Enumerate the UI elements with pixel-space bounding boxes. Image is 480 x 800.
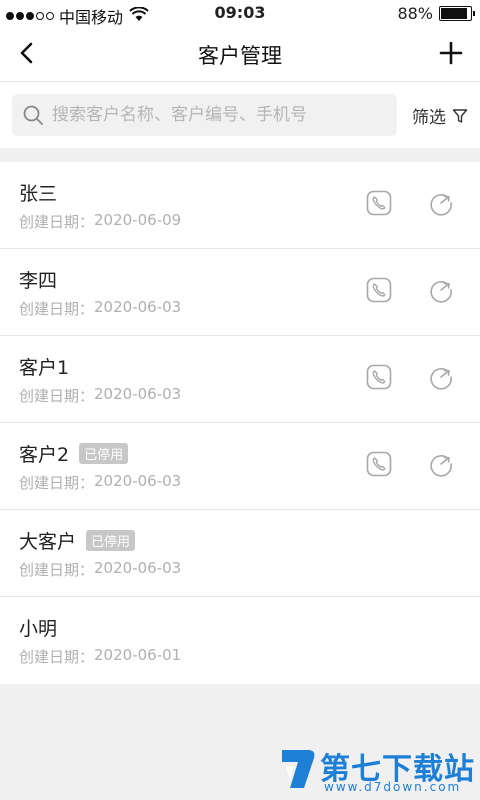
customer-name: 张三: [19, 183, 58, 205]
customer-name: 大客户: [19, 531, 77, 553]
customer-list-item[interactable]: 客户1 创建日期： 2020-06-03: [0, 336, 480, 423]
created-date-label: 创建日期：: [19, 387, 95, 405]
follow-up-icon: [428, 277, 454, 307]
call-button[interactable]: [366, 451, 392, 481]
back-button[interactable]: [12, 38, 42, 68]
follow-up-button[interactable]: [428, 279, 454, 305]
customer-name-row: 客户2 已停用: [19, 440, 129, 467]
created-date: 创建日期： 2020-06-03: [19, 385, 181, 406]
follow-up-button[interactable]: [428, 366, 454, 392]
created-date-label: 创建日期：: [19, 648, 95, 666]
search-input[interactable]: [52, 105, 382, 125]
created-date-label: 创建日期：: [19, 474, 95, 492]
signal-icon: [6, 12, 54, 20]
status-badge: 已停用: [86, 530, 136, 551]
battery-icon: [439, 6, 475, 21]
customer-name-row: 小明: [19, 614, 57, 641]
page-title: 客户管理: [198, 44, 282, 68]
created-date-value: 2020-06-03: [94, 472, 182, 490]
created-date-label: 创建日期：: [19, 300, 95, 318]
created-date-value: 2020-06-01: [94, 646, 182, 664]
chevron-left-icon: [20, 42, 33, 64]
follow-up-button[interactable]: [428, 453, 454, 479]
follow-up-button[interactable]: [428, 192, 454, 218]
customer-list-item[interactable]: 李四创建日期： 2020-06-03: [0, 249, 480, 336]
search-box[interactable]: [12, 94, 397, 136]
filter-icon: [452, 108, 468, 123]
created-date-label: 创建日期：: [19, 213, 95, 231]
item-actions: [366, 190, 454, 220]
created-date: 创建日期： 2020-06-09: [19, 211, 181, 232]
created-date-value: 2020-06-09: [94, 211, 182, 229]
created-date: 创建日期： 2020-06-03: [19, 472, 181, 493]
customer-list-item[interactable]: 客户2 已停用创建日期： 2020-06-03: [0, 423, 480, 510]
created-date-value: 2020-06-03: [94, 385, 182, 403]
customer-name: 李四: [19, 270, 58, 292]
nav-bar: 客户管理: [0, 26, 480, 82]
customer-name: 小明: [19, 618, 58, 640]
item-actions: [366, 364, 454, 394]
phone-icon: [366, 364, 392, 394]
customer-name-row: 客户1: [19, 353, 69, 380]
customer-name-row: 大客户 已停用: [19, 527, 136, 554]
customer-list-item[interactable]: 大客户 已停用创建日期： 2020-06-03: [0, 510, 480, 597]
customer-name: 客户1: [19, 357, 70, 379]
customer-name-row: 李四: [19, 266, 57, 293]
item-actions: [366, 451, 454, 481]
created-date-value: 2020-06-03: [94, 298, 182, 316]
follow-up-icon: [428, 364, 454, 394]
call-button[interactable]: [366, 364, 392, 394]
follow-up-icon: [428, 451, 454, 481]
customer-name: 客户2: [19, 444, 70, 466]
wifi-icon: [129, 5, 149, 26]
created-date: 创建日期： 2020-06-03: [19, 559, 181, 580]
battery-percent: 88%: [397, 4, 433, 23]
call-button[interactable]: [366, 277, 392, 307]
created-date: 创建日期： 2020-06-03: [19, 298, 181, 319]
status-bar: 中国移动 09:03 88%: [0, 0, 480, 28]
phone-icon: [366, 190, 392, 220]
customer-list: 张三 创建日期： 2020-06-09 李四 创建日期： 2020-06-03 客户1 创建日…: [0, 162, 480, 684]
item-actions: [366, 277, 454, 307]
search-bar: 筛选: [0, 82, 480, 148]
created-date-label: 创建日期：: [19, 561, 95, 579]
created-date-value: 2020-06-03: [94, 559, 182, 577]
filter-label: 筛选: [412, 108, 446, 128]
customer-name-row: 张三: [19, 179, 57, 206]
watermark-logo-icon: [282, 750, 315, 788]
watermark: 第七下载站 www.d7down.com: [278, 744, 474, 798]
plus-icon: [439, 41, 463, 65]
add-customer-button[interactable]: [436, 38, 466, 68]
follow-up-icon: [428, 190, 454, 220]
phone-icon: [366, 277, 392, 307]
watermark-url: www.d7down.com: [324, 780, 462, 794]
filter-button[interactable]: 筛选: [412, 103, 468, 128]
status-left: 中国移动: [6, 4, 149, 28]
customer-list-item[interactable]: 小明创建日期： 2020-06-01: [0, 597, 480, 684]
status-badge: 已停用: [79, 443, 129, 464]
call-button[interactable]: [366, 190, 392, 220]
phone-icon: [366, 451, 392, 481]
carrier-label: 中国移动: [59, 8, 124, 27]
created-date: 创建日期： 2020-06-01: [19, 646, 181, 667]
search-icon: [23, 105, 43, 125]
status-right: 88%: [397, 4, 475, 23]
customer-list-item[interactable]: 张三创建日期： 2020-06-09: [0, 162, 480, 249]
